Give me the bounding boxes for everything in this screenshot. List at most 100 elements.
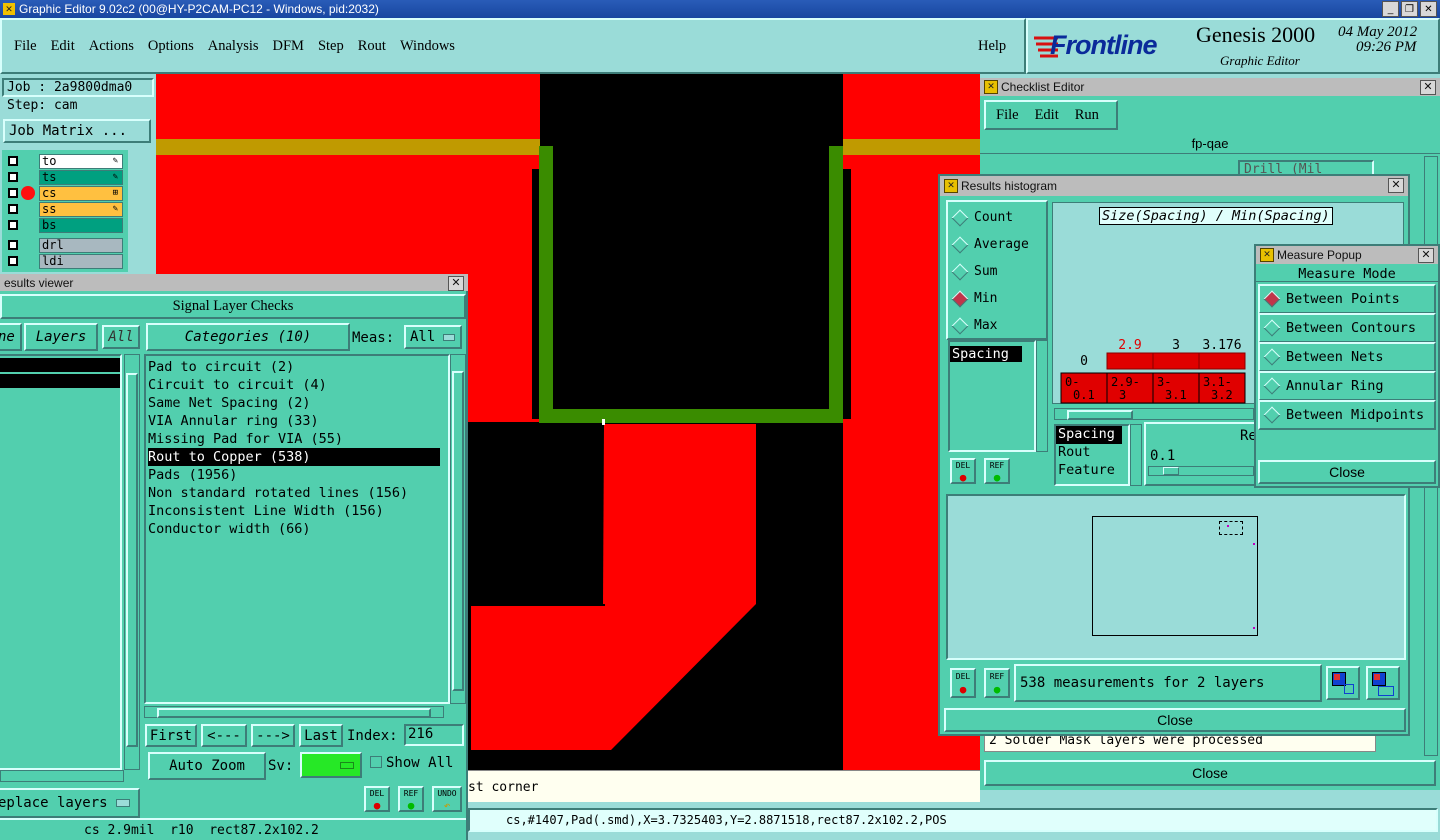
sv-color-dropdown[interactable] <box>300 752 362 778</box>
close-window-button[interactable]: ✕ <box>1420 1 1437 17</box>
menu-edit[interactable]: Edit <box>51 38 75 55</box>
chart-hscrollbar[interactable] <box>1054 408 1254 420</box>
layer-row-to[interactable]: to ✎ <box>8 153 123 169</box>
ref-icon[interactable]: REF ● <box>984 668 1010 698</box>
job-matrix-button[interactable]: Job Matrix ... <box>3 119 151 143</box>
category-item[interactable]: Pads (1956) <box>148 466 446 484</box>
layer-checkbox[interactable] <box>8 240 18 250</box>
menu-file[interactable]: File <box>14 38 37 55</box>
layers-hscrollbar[interactable] <box>0 770 124 782</box>
mode-count[interactable]: Count <box>948 204 1046 231</box>
layer-checkbox[interactable] <box>8 256 18 266</box>
histogram-close-icon[interactable]: ✕ <box>1388 178 1404 193</box>
category-item[interactable]: Pad to circuit (2) <box>148 358 446 376</box>
replace-layers-dropdown[interactable]: eplace layers <box>0 788 140 818</box>
field-item[interactable]: Feature <box>1056 462 1128 480</box>
checklist-menu-edit[interactable]: Edit <box>1035 107 1059 124</box>
tab-all[interactable]: All <box>102 325 140 349</box>
restore-button[interactable]: ❐ <box>1401 1 1418 17</box>
menu-rout[interactable]: Rout <box>358 38 386 55</box>
ref-icon[interactable]: REF ● <box>398 786 424 812</box>
spacing-list-scrollbar[interactable] <box>1036 340 1048 452</box>
menu-help[interactable]: Help <box>978 38 1006 55</box>
del-icon[interactable]: DEL ● <box>364 786 390 812</box>
spacing-item[interactable]: Spacing <box>950 346 1022 362</box>
layer-row-ldi[interactable]: ldi <box>8 253 123 269</box>
layer-checkbox[interactable] <box>8 220 18 230</box>
layer-row-bs[interactable]: bs <box>8 217 123 233</box>
mode-sum[interactable]: Sum <box>948 258 1046 285</box>
spacing-list: Spacing <box>948 340 1036 452</box>
show-all-checkbox[interactable] <box>370 756 382 768</box>
category-item[interactable]: Rout to Copper (538) <box>148 448 440 466</box>
categories-hscrollbar[interactable] <box>144 706 444 718</box>
auto-zoom-button[interactable]: Auto Zoom <box>148 752 266 780</box>
menu-actions[interactable]: Actions <box>89 38 134 55</box>
minimize-button[interactable]: _ <box>1382 1 1399 17</box>
index-input[interactable]: 216 <box>404 724 464 746</box>
category-item[interactable]: Inconsistent Line Width (156) <box>148 502 446 520</box>
menu-step[interactable]: Step <box>318 38 344 55</box>
menu-windows[interactable]: Windows <box>400 38 455 55</box>
zoom-home-icon[interactable] <box>1366 666 1400 700</box>
layer-checkbox[interactable] <box>8 204 18 214</box>
first-button[interactable]: First <box>145 724 197 747</box>
histogram-bar[interactable] <box>1152 352 1200 370</box>
histogram-bar[interactable] <box>1106 352 1154 370</box>
layer-checkbox[interactable] <box>8 156 18 166</box>
mode-min[interactable]: Min <box>948 285 1046 312</box>
menu-analysis[interactable]: Analysis <box>208 38 259 55</box>
mode-average[interactable]: Average <box>948 231 1046 258</box>
undo-icon[interactable]: UNDO ↶ <box>432 786 462 812</box>
prev-button[interactable]: <--- <box>201 724 247 747</box>
menu-options[interactable]: Options <box>148 38 194 55</box>
layer-row-cs[interactable]: cs ⊞ <box>8 185 123 201</box>
histogram-close-button[interactable]: Close <box>944 708 1406 732</box>
layer-checkbox[interactable] <box>8 172 18 182</box>
category-item[interactable]: VIA Annular ring (33) <box>148 412 446 430</box>
field-list-scrollbar[interactable] <box>1130 424 1142 486</box>
layer-list-scrollbar[interactable] <box>128 150 154 272</box>
checklist-menu-run[interactable]: Run <box>1075 107 1099 124</box>
field-item[interactable]: Spacing <box>1056 426 1122 444</box>
next-button[interactable]: ---> <box>251 724 295 747</box>
measure-close-button[interactable]: Close <box>1258 460 1436 484</box>
categories-vscrollbar[interactable] <box>450 354 466 704</box>
category-item[interactable]: Circuit to circuit (4) <box>148 376 446 394</box>
layer-row-ss[interactable]: ss ✎ <box>8 201 123 217</box>
category-item[interactable]: Non standard rotated lines (156) <box>148 484 446 502</box>
categories-tab[interactable]: Categories (10) <box>146 323 350 351</box>
menu-dfm[interactable]: DFM <box>273 38 304 55</box>
measure-mode-between-points[interactable]: Between Points <box>1258 284 1436 314</box>
layer-spacer <box>21 254 35 268</box>
product-name: Genesis 2000 <box>1196 22 1316 47</box>
histogram-bar[interactable] <box>1198 352 1246 370</box>
category-item[interactable]: Same Net Spacing (2) <box>148 394 446 412</box>
ref-icon[interactable]: REF ● <box>984 458 1010 484</box>
checklist-menu-file[interactable]: File <box>996 107 1019 124</box>
checklist-close-icon[interactable]: ✕ <box>1420 80 1436 95</box>
del-icon[interactable]: DEL ● <box>950 668 976 698</box>
tab-layers[interactable]: Layers <box>24 323 98 351</box>
res-slider[interactable] <box>1148 466 1254 476</box>
layers-list-scrollbar[interactable] <box>124 354 140 770</box>
layer-checkbox[interactable] <box>8 188 18 198</box>
category-item[interactable]: Conductor width (66) <box>148 520 446 538</box>
meas-dropdown[interactable]: All <box>404 325 462 349</box>
checklist-close-button[interactable]: Close <box>984 760 1436 786</box>
category-item[interactable]: Missing Pad for VIA (55) <box>148 430 446 448</box>
results-viewer-close-icon[interactable]: ✕ <box>448 276 464 291</box>
measure-mode-between-contours[interactable]: Between Contours <box>1258 313 1436 343</box>
measure-close-icon[interactable]: ✕ <box>1418 248 1434 263</box>
zoom-fit-icon[interactable] <box>1326 666 1360 700</box>
tab-left[interactable]: ne <box>0 323 22 351</box>
measure-mode-between-midpoints[interactable]: Between Midpoints <box>1258 400 1436 430</box>
del-icon[interactable]: DEL ● <box>950 458 976 484</box>
layer-row-ts[interactable]: ts ✎ <box>8 169 123 185</box>
measure-mode-annular-ring[interactable]: Annular Ring <box>1258 371 1436 401</box>
measure-mode-between-nets[interactable]: Between Nets <box>1258 342 1436 372</box>
last-button[interactable]: Last <box>299 724 343 747</box>
layer-row-drl[interactable]: drl <box>8 237 123 253</box>
mode-max[interactable]: Max <box>948 312 1046 339</box>
field-item[interactable]: Rout <box>1056 444 1128 462</box>
